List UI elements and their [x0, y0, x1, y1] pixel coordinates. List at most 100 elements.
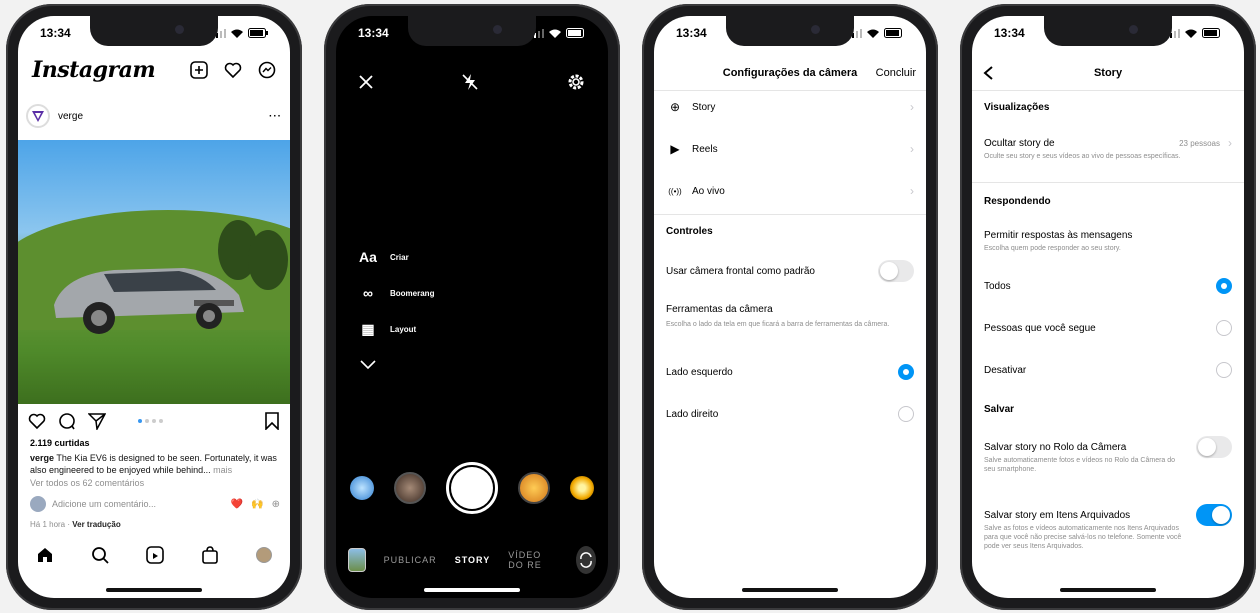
- page-title: Story: [1093, 67, 1123, 79]
- screenshot-stage: 13:34 Instagram verge ··· 2.119 curtidas…: [0, 0, 1260, 613]
- post-photo[interactable]: [18, 140, 290, 404]
- option-following[interactable]: Pessoas que você segue: [984, 320, 1232, 336]
- post-username[interactable]: verge: [58, 111, 83, 122]
- row-left-side[interactable]: Lado esquerdo: [666, 364, 914, 380]
- wifi-icon: [867, 29, 879, 38]
- view-comments-link[interactable]: Ver todos os 62 comentários: [30, 478, 144, 488]
- flash-off-icon[interactable]: [461, 73, 479, 91]
- radio-selected[interactable]: [898, 364, 914, 380]
- messenger-icon[interactable]: [258, 61, 276, 79]
- more-modes[interactable]: [358, 356, 434, 374]
- reels-icon[interactable]: [146, 546, 164, 564]
- layout-icon: ▦: [361, 320, 375, 337]
- settings-gear-icon[interactable]: [566, 72, 586, 92]
- new-post-icon[interactable]: [190, 61, 208, 79]
- shop-icon[interactable]: [201, 546, 219, 564]
- notch: [408, 16, 536, 46]
- back-chevron-icon[interactable]: [982, 65, 994, 81]
- likes-count[interactable]: 2.119 curtidas: [30, 438, 90, 448]
- section-controls: Controles: [666, 226, 713, 237]
- close-icon[interactable]: [358, 74, 374, 90]
- effect-thumb[interactable]: [394, 472, 426, 504]
- save-roll-toggle[interactable]: [1196, 436, 1232, 458]
- flip-camera-button[interactable]: [576, 546, 596, 574]
- row-reels[interactable]: ▶ Reels ›: [666, 142, 914, 156]
- comment-icon[interactable]: [58, 412, 76, 430]
- radio-unselected[interactable]: [1216, 320, 1232, 336]
- create-text-icon: Aa: [359, 249, 377, 265]
- row-label: Usar câmera frontal como padrão: [666, 265, 815, 277]
- row-label: Pessoas que você segue: [984, 322, 1096, 334]
- tools-title: Ferramentas da câmera: [666, 304, 773, 315]
- mode-boomerang[interactable]: ∞ Boomerang: [358, 284, 434, 302]
- row-label: Permitir respostas às mensagens: [984, 230, 1133, 241]
- phone-camera-settings: 13:34 Configurações da câmera Concluir ⊕…: [642, 4, 938, 610]
- caption-username[interactable]: verge: [30, 453, 54, 463]
- search-icon[interactable]: [91, 546, 109, 564]
- reels-icon: ▶: [670, 142, 680, 156]
- section-save: Salvar: [984, 404, 1015, 415]
- option-off[interactable]: Desativar: [984, 362, 1232, 378]
- row-live[interactable]: ((•)) Ao vivo ›: [666, 184, 914, 198]
- chevron-right-icon: ›: [910, 184, 914, 198]
- row-story[interactable]: ⊕ Story ›: [666, 100, 914, 114]
- wifi-icon: [231, 29, 243, 38]
- save-archive-toggle[interactable]: [1196, 504, 1232, 526]
- translate-link[interactable]: Ver tradução: [72, 520, 120, 529]
- home-indicator: [424, 588, 520, 592]
- save-archive-subtitle: Salve as fotos e vídeos automaticamente …: [984, 525, 1182, 550]
- section-replies: Respondendo: [984, 196, 1051, 207]
- row-allow-replies: Permitir respostas às mensagens: [984, 230, 1232, 241]
- instagram-logo[interactable]: Instagram: [32, 57, 156, 83]
- story-add-icon: ⊕: [669, 100, 681, 114]
- post-caption: verge The Kia EV6 is designed to be seen…: [30, 452, 280, 476]
- caption-more-link[interactable]: mais: [213, 465, 232, 475]
- radio-unselected[interactable]: [898, 406, 914, 422]
- option-everyone[interactable]: Todos: [984, 278, 1232, 294]
- heart-emoji[interactable]: ❤️: [231, 499, 243, 510]
- verge-avatar[interactable]: [26, 104, 50, 128]
- status-time: 13:34: [358, 26, 389, 40]
- status-time: 13:34: [676, 26, 707, 40]
- camera-modes: Aa Criar ∞ Boomerang ▦ Layout: [358, 248, 434, 374]
- top-icons: [190, 61, 276, 79]
- photo-tree: [248, 230, 288, 290]
- tab-video[interactable]: VÍDEO DO RE: [508, 550, 558, 570]
- shutter-button[interactable]: [446, 462, 498, 514]
- caption-text: The Kia EV6 is designed to be seen. Fort…: [30, 453, 277, 475]
- effect-thumb[interactable]: [518, 472, 550, 504]
- row-label: Lado direito: [666, 408, 719, 420]
- status-icons: [530, 28, 586, 38]
- front-camera-toggle[interactable]: [878, 260, 914, 282]
- row-right-side[interactable]: Lado direito: [666, 406, 914, 422]
- row-label: Salvar story no Rolo da Câmera: [984, 441, 1127, 453]
- add-comment-input[interactable]: Adicione um comentário...: [52, 499, 156, 509]
- tab-publicar[interactable]: PUBLICAR: [384, 555, 437, 565]
- row-label: Story: [692, 101, 716, 113]
- story-settings-screen: 13:34 Story Visualizações Ocultar story …: [972, 16, 1244, 598]
- radio-unselected[interactable]: [1216, 362, 1232, 378]
- home-icon[interactable]: [36, 546, 54, 564]
- gallery-thumbnail[interactable]: [348, 548, 366, 572]
- mode-create[interactable]: Aa Criar: [358, 248, 434, 266]
- mode-layout[interactable]: ▦ Layout: [358, 320, 434, 338]
- effect-thumb[interactable]: [570, 476, 594, 500]
- done-button[interactable]: Concluir: [876, 67, 916, 79]
- profile-avatar[interactable]: [255, 547, 272, 563]
- row-hide-story[interactable]: Ocultar story de 23 pessoas ›: [984, 136, 1232, 150]
- effect-thumb[interactable]: [350, 476, 374, 500]
- add-emoji-icon[interactable]: ⊕: [272, 499, 280, 510]
- share-icon[interactable]: [88, 412, 106, 430]
- home-indicator: [1060, 588, 1156, 592]
- radio-selected[interactable]: [1216, 278, 1232, 294]
- post-more-icon[interactable]: ···: [269, 111, 282, 122]
- phone-story-settings: 13:34 Story Visualizações Ocultar story …: [960, 4, 1256, 610]
- post-header: verge ···: [26, 104, 282, 128]
- tab-story[interactable]: STORY: [455, 555, 491, 565]
- feed-screen: 13:34 Instagram verge ··· 2.119 curtidas…: [18, 16, 290, 598]
- raised-hands-emoji[interactable]: 🙌: [251, 499, 263, 510]
- heart-icon[interactable]: [224, 61, 242, 79]
- like-icon[interactable]: [28, 412, 46, 430]
- bookmark-icon[interactable]: [264, 412, 280, 430]
- capture-mode-bar: PUBLICAR STORY VÍDEO DO RE: [348, 546, 596, 574]
